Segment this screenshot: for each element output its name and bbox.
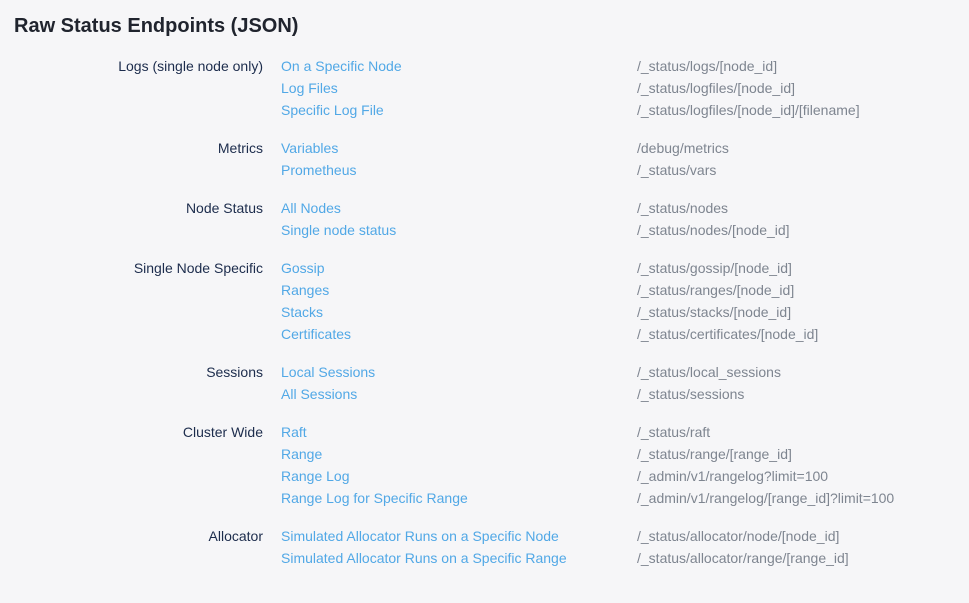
endpoint-row: Range Log for Specific Range /_admin/v1/r…	[14, 487, 955, 509]
endpoint-link[interactable]: Variables	[281, 137, 338, 159]
endpoint-row: Stacks /_status/stacks/[node_id]	[14, 301, 955, 323]
endpoint-link[interactable]: Range Log for Specific Range	[281, 487, 468, 509]
endpoint-path: /_status/logfiles/[node_id]	[637, 77, 955, 99]
endpoint-path: /debug/metrics	[637, 137, 955, 159]
category-label: Node Status	[14, 197, 263, 219]
endpoint-row: Log Files /_status/logfiles/[node_id]	[14, 77, 955, 99]
endpoint-path: /_status/vars	[637, 159, 955, 181]
category-label: Logs (single node only)	[14, 55, 263, 77]
endpoint-path: /_status/raft	[637, 421, 955, 443]
endpoint-path: /_status/sessions	[637, 383, 955, 405]
endpoint-link[interactable]: Single node status	[281, 219, 396, 241]
endpoint-link[interactable]: Prometheus	[281, 159, 356, 181]
endpoints-table: Logs (single node only) On a Specific Nod…	[14, 55, 955, 569]
endpoint-path: /_status/stacks/[node_id]	[637, 301, 955, 323]
endpoint-row: Metrics Variables/debug/metrics	[14, 137, 955, 159]
endpoint-row: Certificates /_status/certificates/[node_…	[14, 323, 955, 345]
endpoint-row: Range Log /_admin/v1/rangelog?limit=100	[14, 465, 955, 487]
endpoint-link[interactable]: Log Files	[281, 77, 338, 99]
endpoint-path: /_status/certificates/[node_id]	[637, 323, 955, 345]
endpoint-link[interactable]: Local Sessions	[281, 361, 375, 383]
endpoint-row: Sessions Local Sessions /_status/local_ses…	[14, 361, 955, 383]
endpoint-link[interactable]: Stacks	[281, 301, 323, 323]
endpoint-path: /_admin/v1/rangelog/[range_id]?limit=100	[637, 487, 955, 509]
endpoint-row: Cluster Wide Raft /_status/raft	[14, 421, 955, 443]
category-label: Cluster Wide	[14, 421, 263, 443]
category-label: Metrics	[14, 137, 263, 159]
endpoint-path: /_status/nodes/[node_id]	[637, 219, 955, 241]
endpoint-row: Prometheus /_status/vars	[14, 159, 955, 181]
category-label: Allocator	[14, 525, 263, 547]
endpoint-link[interactable]: All Nodes	[281, 197, 341, 219]
endpoint-row: Simulated Allocator Runs on a Specific R…	[14, 547, 955, 569]
endpoint-path: /_admin/v1/rangelog?limit=100	[637, 465, 955, 487]
raw-status-endpoints-page: Raw Status Endpoints (JSON) Logs (single…	[0, 0, 969, 581]
endpoint-row: Logs (single node only) On a Specific Nod…	[14, 55, 955, 77]
endpoint-path: /_status/nodes	[637, 197, 955, 219]
endpoint-path: /_status/local_sessions	[637, 361, 955, 383]
endpoint-path: /_status/allocator/range/[range_id]	[637, 547, 955, 569]
endpoint-row: Ranges /_status/ranges/[node_id]	[14, 279, 955, 301]
endpoint-link[interactable]: All Sessions	[281, 383, 357, 405]
endpoint-row: Allocator Simulated Allocator Runs on a S…	[14, 525, 955, 547]
endpoint-link[interactable]: Ranges	[281, 279, 329, 301]
endpoint-path: /_status/logs/[node_id]	[637, 55, 955, 77]
endpoint-link[interactable]: Range Log	[281, 465, 350, 487]
endpoint-link[interactable]: Specific Log File	[281, 99, 384, 121]
endpoint-link[interactable]: On a Specific Node	[281, 55, 402, 77]
endpoint-row: All Sessions /_status/sessions	[14, 383, 955, 405]
endpoint-row: Specific Log File /_status/logfiles/[node…	[14, 99, 955, 121]
category-label: Single Node Specific	[14, 257, 263, 279]
endpoint-link[interactable]: Simulated Allocator Runs on a Specific N…	[281, 525, 559, 547]
endpoint-row: Single Node Specific Gossip /_status/gossi…	[14, 257, 955, 279]
endpoint-row: Range /_status/range/[range_id]	[14, 443, 955, 465]
endpoint-path: /_status/ranges/[node_id]	[637, 279, 955, 301]
category-label: Sessions	[14, 361, 263, 383]
endpoint-link[interactable]: Raft	[281, 421, 307, 443]
page-title: Raw Status Endpoints (JSON)	[14, 12, 955, 40]
endpoint-row: Single node status /_status/nodes/[node_i…	[14, 219, 955, 241]
endpoint-path: /_status/allocator/node/[node_id]	[637, 525, 955, 547]
endpoint-path: /_status/range/[range_id]	[637, 443, 955, 465]
endpoint-link[interactable]: Certificates	[281, 323, 351, 345]
endpoint-link[interactable]: Gossip	[281, 257, 325, 279]
endpoint-path: /_status/logfiles/[node_id]/[filename]	[637, 99, 955, 121]
endpoint-row: Node Status All Nodes /_status/nodes	[14, 197, 955, 219]
endpoint-path: /_status/gossip/[node_id]	[637, 257, 955, 279]
endpoint-link[interactable]: Range	[281, 443, 322, 465]
endpoint-link[interactable]: Simulated Allocator Runs on a Specific R…	[281, 547, 567, 569]
